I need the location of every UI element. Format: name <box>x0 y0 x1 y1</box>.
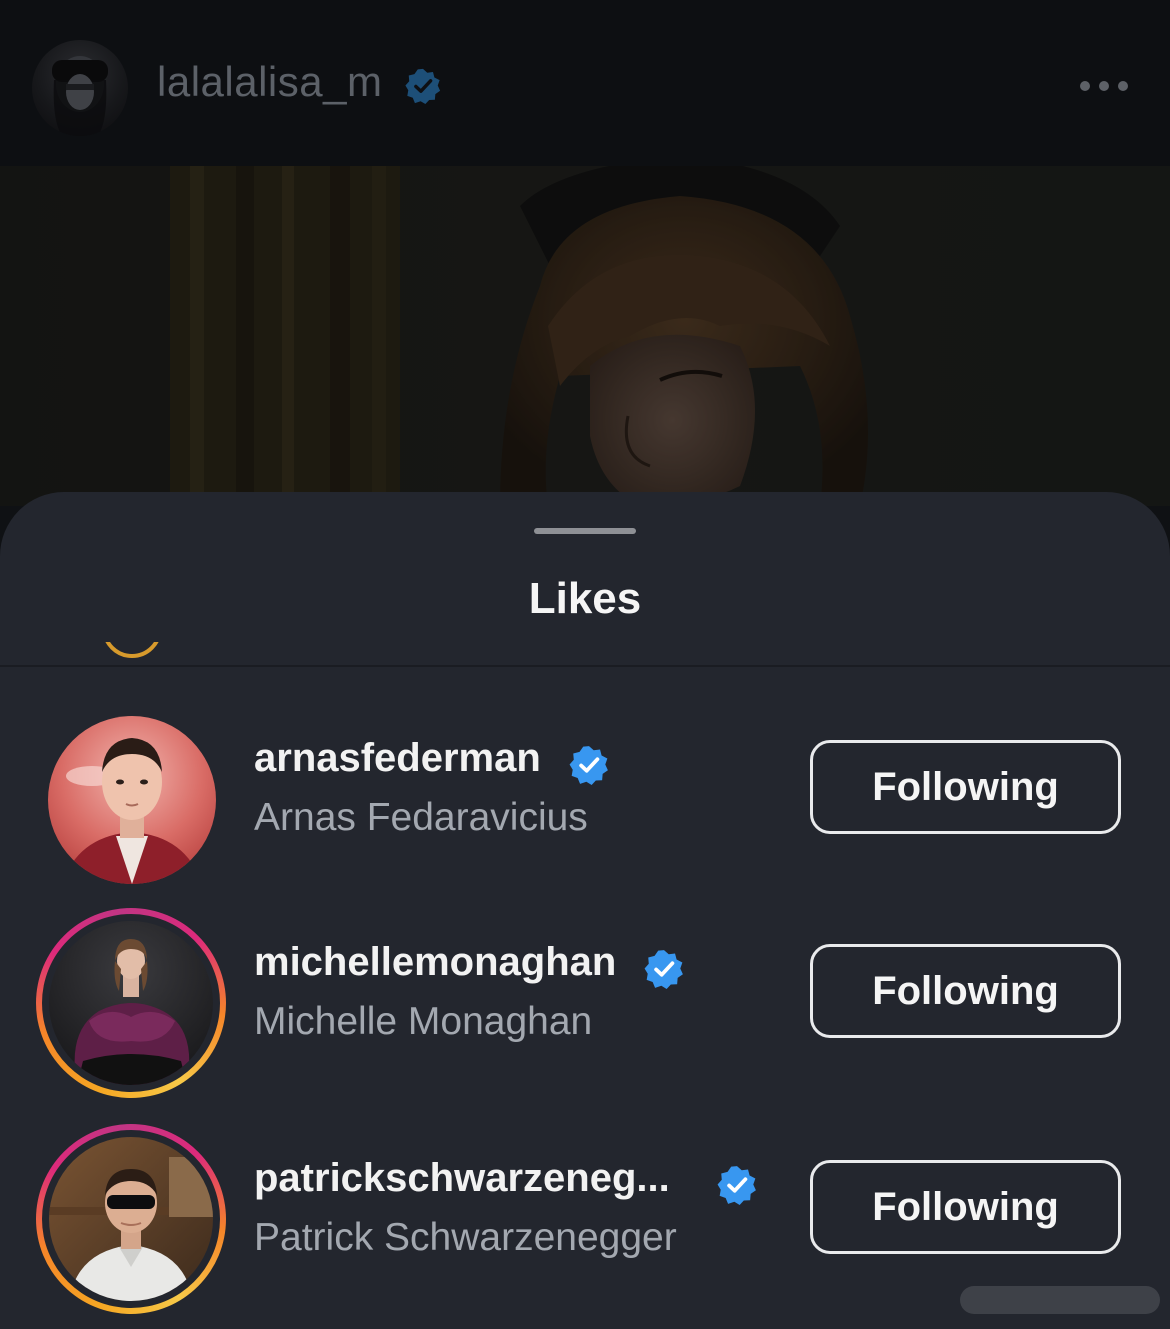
following-button[interactable]: Following <box>810 1160 1121 1254</box>
following-button[interactable]: Following <box>810 944 1121 1038</box>
row-username[interactable]: patrickschwarzeneg... <box>254 1156 670 1201</box>
row-full-name: Arnas Fedaravicius <box>254 796 588 839</box>
likes-sheet: Likes arnasfederman Arnas Fedaravicius F… <box>0 492 1170 1329</box>
row-username[interactable]: arnasfederman <box>254 736 541 781</box>
post-image[interactable] <box>0 166 1170 506</box>
more-horizontal-icon[interactable] <box>1078 72 1134 100</box>
like-row[interactable]: arnasfederman Arnas Fedaravicius Followi… <box>0 704 1170 904</box>
row-username[interactable]: michellemonaghan <box>254 940 616 985</box>
sheet-divider <box>0 665 1170 667</box>
following-button[interactable]: Following <box>810 740 1121 834</box>
avatar[interactable] <box>36 1124 226 1314</box>
post-header: lalalalisa_m <box>0 0 1170 166</box>
verified-badge-icon <box>717 1166 756 1205</box>
avatar[interactable] <box>36 908 226 1098</box>
post-author-username[interactable]: lalalalisa_m <box>157 58 382 106</box>
post-author-avatar[interactable] <box>32 40 128 136</box>
like-row[interactable]: michellemonaghan Michelle Monaghan Follo… <box>0 908 1170 1108</box>
sheet-grabber[interactable] <box>534 528 636 534</box>
watermark-icon <box>960 1286 1160 1314</box>
verified-badge-icon <box>405 68 441 105</box>
avatar[interactable] <box>36 704 226 894</box>
verified-badge-icon <box>569 746 608 785</box>
sheet-title: Likes <box>528 574 642 623</box>
row-full-name: Michelle Monaghan <box>254 1000 593 1043</box>
verified-badge-icon <box>644 950 683 989</box>
row-full-name: Patrick Schwarzenegger <box>254 1216 677 1259</box>
